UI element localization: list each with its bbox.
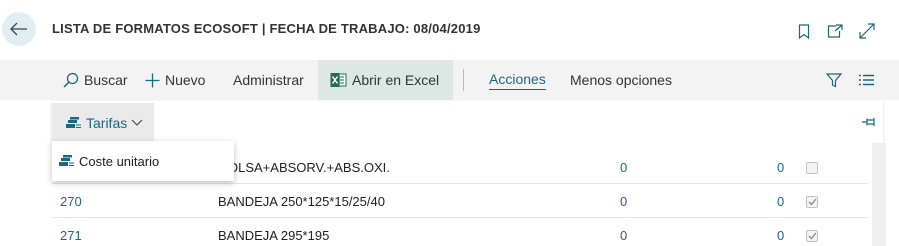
acciones-label: Acciones	[489, 71, 546, 90]
administrar-label: Administrar	[233, 72, 304, 88]
row-code[interactable]: 271	[60, 219, 82, 246]
page-title: LISTA DE FORMATOS ECOSOFT | FECHA DE TRA…	[52, 21, 481, 36]
row-checkbox[interactable]	[806, 195, 818, 208]
price-list-icon	[66, 117, 81, 128]
pin-button[interactable]	[862, 115, 879, 133]
sub-action-bar: Tarifas	[52, 101, 883, 143]
menos-opciones-label: Menos opciones	[570, 72, 672, 88]
expand-button[interactable]	[858, 22, 876, 40]
acciones-tab[interactable]: Acciones	[489, 60, 546, 100]
buscar-button[interactable]: Buscar	[63, 60, 128, 100]
price-list-icon	[59, 155, 74, 166]
row-qty2[interactable]: 0	[777, 185, 784, 218]
administrar-button[interactable]: Administrar	[233, 60, 304, 100]
expand-icon	[859, 23, 875, 39]
checkmark-icon	[808, 232, 817, 239]
back-arrow-icon	[10, 22, 27, 36]
row-checkbox-cell	[806, 151, 818, 184]
menos-opciones-button[interactable]: Menos opciones	[570, 60, 672, 100]
row-code[interactable]: 270	[60, 185, 82, 218]
buscar-label: Buscar	[84, 72, 128, 88]
list-scrollbar[interactable]	[872, 143, 886, 246]
row-checkbox[interactable]	[806, 229, 818, 242]
open-new-window-button[interactable]	[826, 22, 844, 40]
abrir-en-excel-label: Abrir en Excel	[352, 72, 440, 88]
table-row[interactable]: 271 BANDEJA 295*195 0 0	[52, 219, 868, 246]
coste-unitario-menu-item[interactable]: Coste unitario	[52, 141, 234, 181]
row-qty1[interactable]: 0	[620, 219, 627, 246]
bookmark-icon	[798, 23, 810, 39]
row-qty2[interactable]: 0	[777, 219, 784, 246]
row-qty1[interactable]: 0	[620, 151, 627, 184]
abrir-en-excel-button[interactable]: Abrir en Excel	[318, 60, 454, 100]
bookmark-button[interactable]	[795, 22, 813, 40]
nuevo-button[interactable]: Nuevo	[145, 60, 205, 100]
coste-unitario-label: Coste unitario	[79, 153, 160, 169]
list-icon	[859, 74, 874, 86]
row-description: BANDEJA 295*195	[218, 228, 330, 243]
list-view-button[interactable]	[859, 60, 879, 100]
open-new-window-icon	[827, 24, 843, 38]
action-bar-divider	[463, 69, 464, 91]
chevron-down-icon	[131, 119, 143, 126]
tarifas-label: Tarifas	[86, 115, 128, 131]
search-icon	[63, 72, 79, 88]
row-qty2[interactable]: 0	[777, 151, 784, 184]
row-checkbox-cell	[806, 185, 818, 218]
row-qty1[interactable]: 0	[620, 185, 627, 218]
checkmark-icon	[808, 198, 817, 205]
row-checkbox-cell	[806, 219, 818, 246]
page: LISTA DE FORMATOS ECOSOFT | FECHA DE TRA…	[0, 0, 899, 246]
row-description: OLSA+ABSORV.+ABS.OXI.	[228, 160, 390, 175]
page-header: LISTA DE FORMATOS ECOSOFT | FECHA DE TRA…	[0, 0, 899, 60]
table-row[interactable]: 270 BANDEJA 250*125*15/25/40 0 0	[52, 185, 868, 218]
nuevo-label: Nuevo	[165, 72, 206, 88]
filter-button[interactable]	[826, 60, 847, 100]
row-description: BANDEJA 250*125*15/25/40	[218, 194, 385, 209]
plus-icon	[145, 73, 160, 87]
excel-icon	[330, 73, 347, 87]
tarifas-button[interactable]: Tarifas	[52, 103, 154, 143]
back-button[interactable]	[2, 12, 36, 46]
row-checkbox[interactable]	[806, 161, 818, 174]
filter-icon	[826, 72, 842, 87]
pin-icon	[862, 118, 875, 126]
action-bar: Buscar Nuevo Administrar Abrir en Excel …	[0, 60, 899, 100]
